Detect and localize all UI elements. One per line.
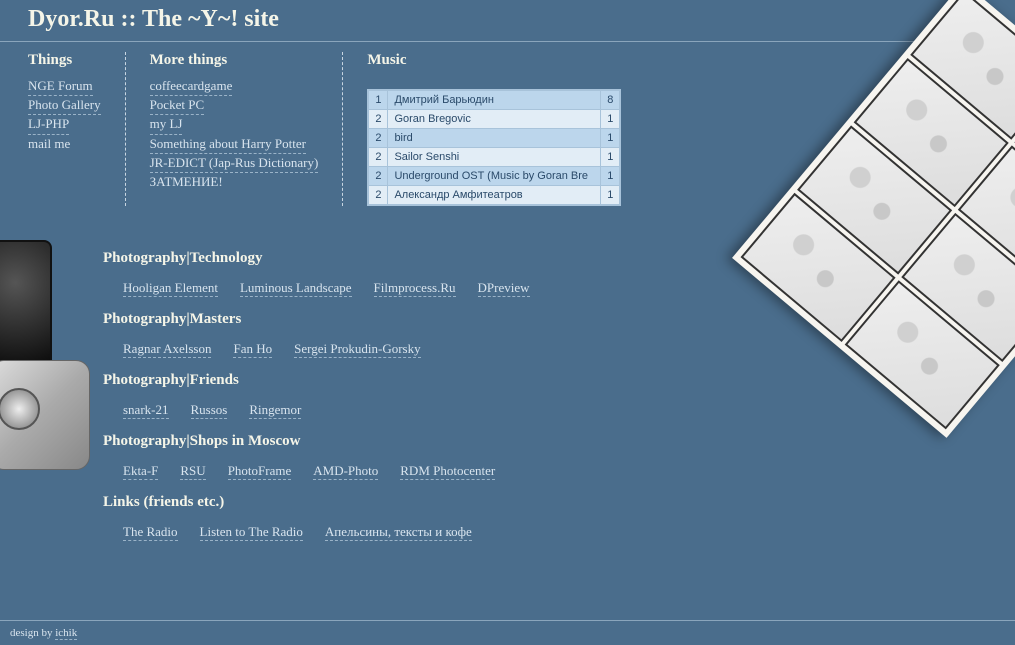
col-more-things: More things coffeecardgamePocket PCmy LJ… [150, 52, 344, 206]
footer: design by ichik [0, 620, 1015, 645]
section-link[interactable]: Ringemor [249, 402, 301, 419]
music-row-num: 2 [368, 167, 388, 186]
section-link[interactable]: Luminous Landscape [240, 280, 352, 297]
col-things-links: NGE ForumPhoto GalleryLJ-PHPmail me [28, 77, 101, 153]
music-row-count: 1 [601, 186, 621, 206]
nav-link[interactable]: JR-EDICT (Jap-Rus Dictionary) [150, 154, 319, 173]
music-row-title: Дмитрий Барьюдин [388, 90, 601, 110]
section-heading: Photography|Shops in Moscow [103, 433, 1015, 450]
section-link[interactable]: AMD-Photo [313, 463, 378, 480]
music-row-title: Александр Амфитеатров [388, 186, 601, 206]
music-table: 1Дмитрий Барьюдин82Goran Bregovic12bird1… [367, 89, 621, 206]
music-row-title: Underground OST (Music by Goran Bre [388, 167, 601, 186]
camera-image [0, 240, 100, 480]
col-music: Music 1Дмитрий Барьюдин82Goran Bregovic1… [367, 52, 645, 206]
section-link-row: The Radio Listen to The Radio Апельсины, т… [103, 523, 1015, 541]
section-link[interactable]: Апельсины, тексты и кофе [325, 524, 472, 541]
music-row-num: 2 [368, 129, 388, 148]
section-link[interactable]: snark-21 [123, 402, 169, 419]
col-music-heading: Music [367, 52, 621, 69]
nav-link[interactable]: LJ-PHP [28, 115, 69, 134]
nav-link[interactable]: ЗАТМЕНИЕ! [150, 173, 223, 191]
nav-link[interactable]: coffeecardgame [150, 77, 233, 96]
section-link[interactable]: Filmprocess.Ru [374, 280, 456, 297]
section-link[interactable]: Sergei Prokudin-Gorsky [294, 341, 421, 358]
footer-credit-link[interactable]: ichik [55, 627, 77, 640]
music-row-title: Sailor Senshi [388, 148, 601, 167]
music-row-num: 1 [368, 90, 388, 110]
music-row-num: 2 [368, 186, 388, 206]
section-link[interactable]: Listen to The Radio [200, 524, 303, 541]
section-link[interactable]: Ekta-F [123, 463, 158, 480]
col-things: Things NGE ForumPhoto GalleryLJ-PHPmail … [28, 52, 126, 206]
nav-link[interactable]: mail me [28, 135, 70, 153]
section-link[interactable]: Ragnar Axelsson [123, 341, 211, 358]
section-link[interactable]: Hooligan Element [123, 280, 218, 297]
camera-dial [0, 388, 40, 430]
nav-link[interactable]: Pocket PC [150, 96, 205, 115]
music-row[interactable]: 2Underground OST (Music by Goran Bre1 [368, 167, 620, 186]
footer-prefix: design by [10, 627, 55, 639]
header: Dyor.Ru :: The ~Y~! site [0, 0, 1015, 42]
music-row-count: 8 [601, 90, 621, 110]
camera-lens [0, 240, 52, 380]
music-row-title: Goran Bregovic [388, 110, 601, 129]
music-row[interactable]: 2Goran Bregovic1 [368, 110, 620, 129]
music-row-count: 1 [601, 110, 621, 129]
music-row[interactable]: 2Александр Амфитеатров1 [368, 186, 620, 206]
col-more-things-links: coffeecardgamePocket PCmy LJSomething ab… [150, 77, 319, 191]
site-title: Dyor.Ru :: The ~Y~! site [28, 6, 1015, 33]
music-row[interactable]: 1Дмитрий Барьюдин8 [368, 90, 620, 110]
section-link[interactable]: PhotoFrame [228, 463, 292, 480]
nav-link[interactable]: my LJ [150, 115, 183, 134]
section-heading: Links (friends etc.) [103, 494, 1015, 511]
section-link[interactable]: RSU [180, 463, 205, 480]
music-row-title: bird [388, 129, 601, 148]
nav-link[interactable]: Something about Harry Potter [150, 135, 306, 154]
section-link[interactable]: The Radio [123, 524, 178, 541]
music-row-count: 1 [601, 167, 621, 186]
section-link[interactable]: Russos [191, 402, 228, 419]
music-row[interactable]: 2bird1 [368, 129, 620, 148]
section-link-row: snark-21 Russos Ringemor [103, 401, 1015, 419]
nav-link[interactable]: Photo Gallery [28, 96, 101, 115]
section-link[interactable]: Fan Ho [233, 341, 272, 358]
section-link-row: Ekta-F RSU PhotoFrame AMD-Photo RDM Photocen… [103, 462, 1015, 480]
section-link[interactable]: RDM Photocenter [400, 463, 495, 480]
section-link[interactable]: DPreview [478, 280, 530, 297]
music-row-count: 1 [601, 148, 621, 167]
col-things-heading: Things [28, 52, 101, 69]
music-row-num: 2 [368, 110, 388, 129]
music-row-count: 1 [601, 129, 621, 148]
music-row[interactable]: 2Sailor Senshi1 [368, 148, 620, 167]
music-row-num: 2 [368, 148, 388, 167]
col-more-things-heading: More things [150, 52, 319, 69]
nav-link[interactable]: NGE Forum [28, 77, 93, 96]
